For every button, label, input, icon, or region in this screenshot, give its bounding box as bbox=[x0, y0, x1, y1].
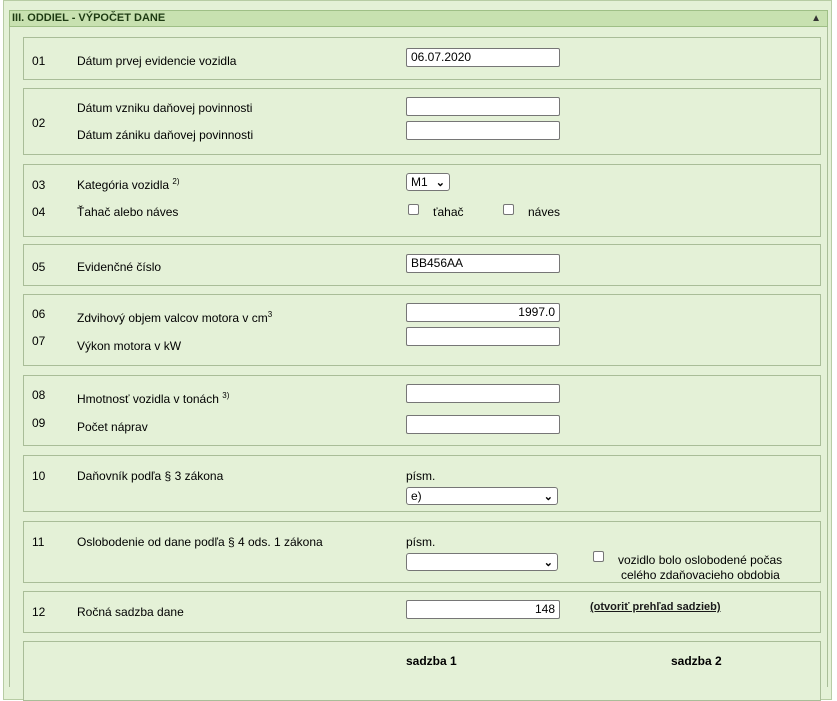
rate-1-header: sadzba 1 bbox=[406, 654, 457, 668]
letter-label: písm. bbox=[406, 535, 436, 549]
tractor-trailer-label: Ťahač alebo náves bbox=[77, 205, 179, 219]
section-05: 05 Evidenčné číslo BB456AA bbox=[23, 244, 821, 286]
inner-border-right bbox=[827, 27, 828, 687]
footnote-ref: 2) bbox=[172, 177, 180, 186]
exempt-whole-period-label-line1: vozidlo bolo oslobodené počas bbox=[618, 553, 783, 567]
unit-superscript: 3 bbox=[267, 310, 273, 319]
chevron-down-icon: ⌄ bbox=[435, 177, 445, 189]
annual-tax-rate-input[interactable]: 148 bbox=[406, 600, 560, 619]
section-11: 11 Oslobodenie od dane podľa § 4 ods. 1 … bbox=[23, 521, 821, 583]
chevron-down-icon: ⌄ bbox=[543, 557, 553, 569]
engine-power-input[interactable] bbox=[406, 327, 560, 346]
vehicle-weight-input[interactable] bbox=[406, 384, 560, 403]
tax-exemption-label: Oslobodenie od dane podľa § 4 ods. 1 zák… bbox=[77, 535, 323, 549]
registration-number-input[interactable]: BB456AA bbox=[406, 254, 560, 273]
vehicle-category-select[interactable]: M1 ⌄ bbox=[406, 173, 450, 191]
exempt-whole-period-checkbox[interactable] bbox=[593, 551, 604, 562]
row-number: 12 bbox=[32, 605, 46, 619]
first-registration-label: Dátum prvej evidencie vozidla bbox=[77, 54, 237, 68]
axle-count-label: Počet náprav bbox=[77, 420, 148, 434]
row-number: 04 bbox=[32, 205, 46, 219]
engine-power-label: Výkon motora v kW bbox=[77, 339, 182, 353]
section-12: 12 Ročná sadzba dane 148 (otvoriť prehľa… bbox=[23, 591, 821, 633]
rate-2-header: sadzba 2 bbox=[671, 654, 722, 668]
vehicle-weight-text: Hmotnosť vozidla v tonách bbox=[77, 392, 219, 406]
taxpayer-letter-value: e) bbox=[411, 489, 422, 503]
inner-border-left bbox=[9, 27, 10, 687]
chevron-down-icon: ⌄ bbox=[543, 491, 553, 503]
row-number: 05 bbox=[32, 260, 46, 274]
tax-liability-end-input[interactable] bbox=[406, 121, 560, 140]
section-08-09: 08 Hmotnosť vozidla v tonách 3) 09 Počet… bbox=[23, 375, 821, 446]
section-06-07: 06 Zdvihový objem valcov motora v cm3 19… bbox=[23, 294, 821, 366]
section-02: 02 Dátum vzniku daňovej povinnosti Dátum… bbox=[23, 88, 821, 155]
engine-displacement-label: Zdvihový objem valcov motora v cm3 bbox=[77, 310, 273, 326]
row-number: 08 bbox=[32, 388, 46, 402]
vehicle-category-text: Kategória vozidla bbox=[77, 178, 170, 192]
tax-liability-start-input[interactable] bbox=[406, 97, 560, 116]
footnote-ref: 3) bbox=[222, 391, 230, 400]
axle-count-input[interactable] bbox=[406, 415, 560, 434]
row-number: 03 bbox=[32, 178, 46, 192]
section-title: III. ODDIEL - VÝPOČET DANE bbox=[12, 12, 166, 24]
row-number: 11 bbox=[32, 535, 45, 549]
engine-displacement-text: Zdvihový objem valcov motora v cm bbox=[77, 311, 268, 325]
taxpayer-letter-select[interactable]: e) ⌄ bbox=[406, 487, 558, 505]
exemption-letter-select[interactable]: ⌄ bbox=[406, 553, 558, 571]
chevron-up-icon[interactable]: ▲ bbox=[811, 11, 821, 26]
exempt-whole-period-label-line2: celého zdaňovacieho obdobia bbox=[621, 568, 780, 582]
vehicle-category-value: M1 bbox=[411, 175, 428, 189]
tax-liability-start-label: Dátum vzniku daňovej povinnosti bbox=[77, 101, 253, 115]
annual-tax-rate-label: Ročná sadzba dane bbox=[77, 605, 184, 619]
row-number: 06 bbox=[32, 307, 46, 321]
tax-liability-end-label: Dátum zániku daňovej povinnosti bbox=[77, 128, 254, 142]
open-rate-overview-link[interactable]: (otvoriť prehľad sadzieb) bbox=[590, 601, 721, 613]
trailer-checkbox[interactable] bbox=[503, 204, 514, 215]
row-number: 07 bbox=[32, 334, 46, 348]
taxpayer-label: Daňovník podľa § 3 zákona bbox=[77, 469, 224, 483]
row-number: 09 bbox=[32, 416, 46, 430]
letter-label: písm. bbox=[406, 469, 436, 483]
section-01: 01 Dátum prvej evidencie vozidla 06.07.2… bbox=[23, 37, 821, 80]
trailer-option-label: náves bbox=[528, 205, 561, 219]
vehicle-category-label: Kategória vozidla 2) bbox=[77, 177, 180, 193]
row-number: 02 bbox=[32, 116, 46, 130]
vehicle-weight-label: Hmotnosť vozidla v tonách 3) bbox=[77, 391, 230, 407]
tractor-option-label: ťahač bbox=[433, 205, 464, 219]
section-header[interactable]: III. ODDIEL - VÝPOČET DANE ▲ bbox=[9, 10, 828, 27]
engine-displacement-input[interactable]: 1997.0 bbox=[406, 303, 560, 322]
section-10: 10 Daňovník podľa § 3 zákona písm. e) ⌄ bbox=[23, 455, 821, 512]
row-number: 10 bbox=[32, 469, 46, 483]
registration-number-label: Evidenčné číslo bbox=[77, 260, 162, 274]
row-number: 01 bbox=[32, 54, 46, 68]
tractor-checkbox[interactable] bbox=[408, 204, 419, 215]
section-rates: sadzba 1 sadzba 2 bbox=[23, 641, 821, 701]
section-03-04: 03 Kategória vozidla 2) M1 ⌄ 04 Ťahač al… bbox=[23, 164, 821, 237]
first-registration-date-input[interactable]: 06.07.2020 bbox=[406, 48, 560, 67]
